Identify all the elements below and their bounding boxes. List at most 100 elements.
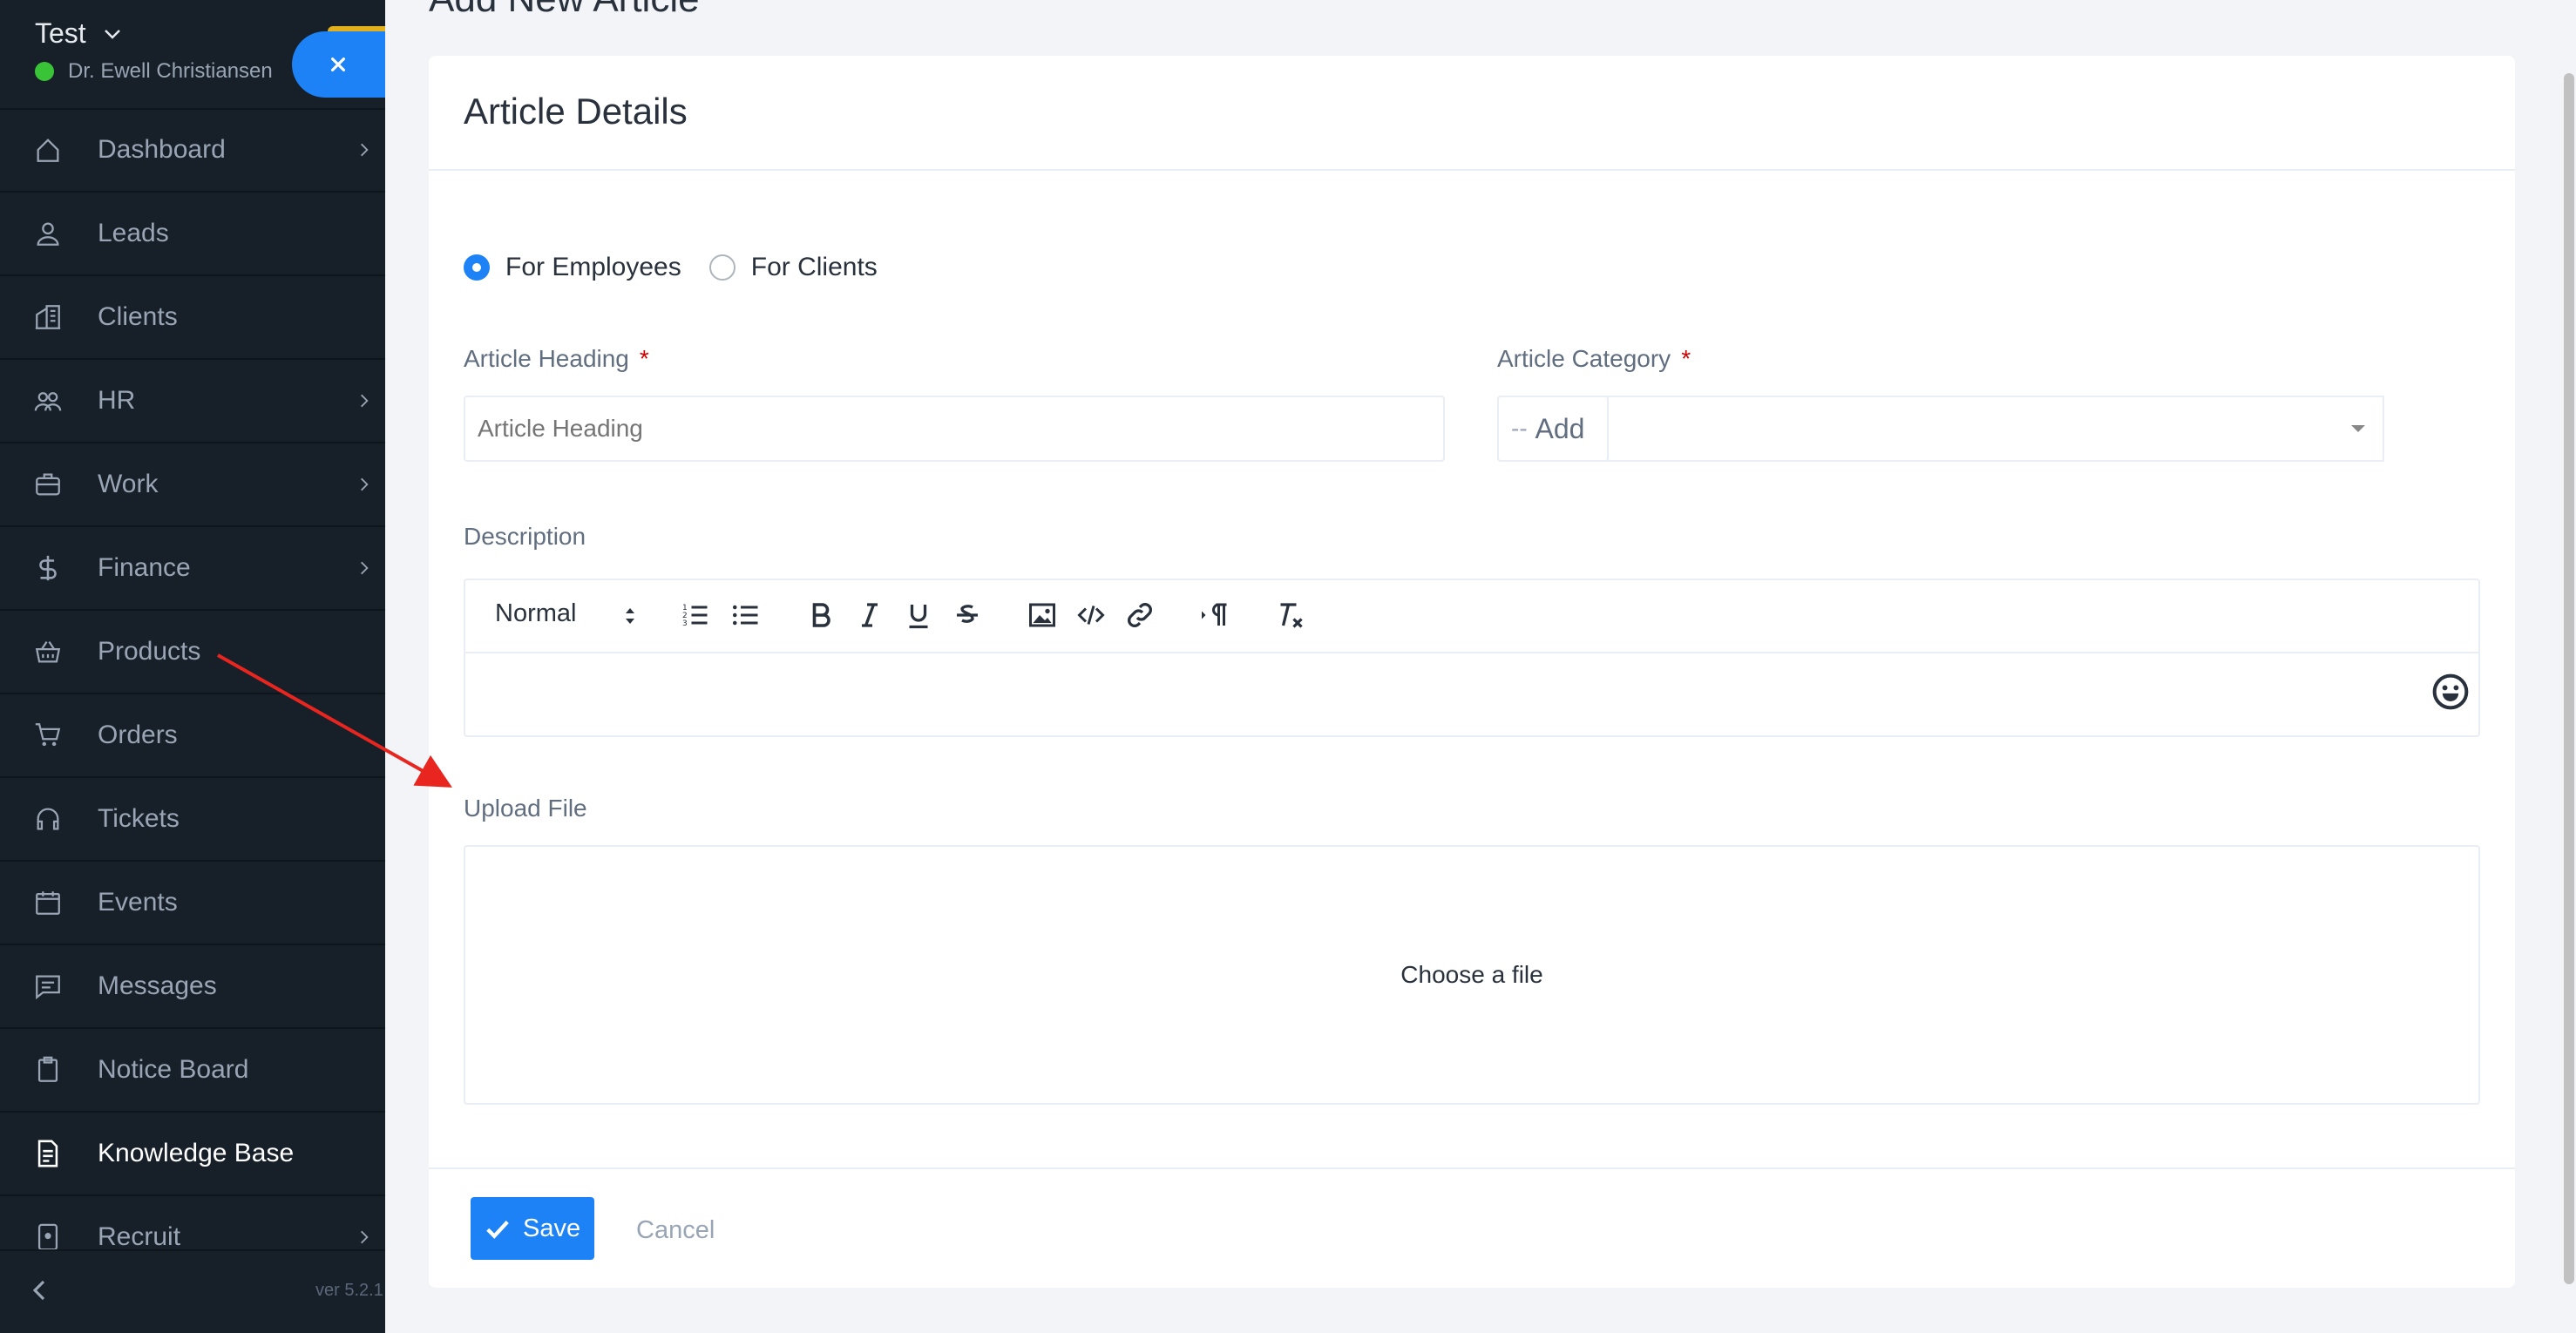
sidebar-item-events[interactable]: Events	[0, 862, 385, 945]
company-switcher[interactable]: Test	[35, 17, 123, 50]
article-heading-label-text: Article Heading	[464, 345, 629, 372]
people-icon	[33, 386, 63, 416]
article-category-label-text: Article Category	[1497, 345, 1671, 372]
message-icon	[33, 971, 63, 1001]
sidebar-item-label: Messages	[98, 971, 217, 1000]
radio-for-clients[interactable]	[708, 254, 736, 281]
strikethrough-icon[interactable]	[952, 599, 983, 631]
sidebar-item-hr[interactable]: HR	[0, 360, 385, 443]
sidebar: Test Dr. Ewell Christiansen Dashboard Lea…	[0, 0, 385, 1333]
online-status-icon	[35, 62, 54, 81]
sidebar-item-label: Finance	[98, 553, 191, 582]
format-select-value: Normal	[495, 599, 577, 627]
bold-icon[interactable]	[805, 599, 837, 631]
chevron-right-icon	[361, 477, 369, 491]
sidebar-item-leads[interactable]: Leads	[0, 193, 385, 276]
clipboard-icon	[33, 1055, 63, 1085]
upload-file-label: Upload File	[464, 795, 587, 822]
id-badge-icon	[33, 1222, 63, 1252]
dollar-icon	[33, 553, 63, 583]
radio-for-clients-label[interactable]: For Clients	[751, 253, 878, 282]
document-icon	[33, 1139, 63, 1168]
radio-for-employees-label[interactable]: For Employees	[505, 253, 681, 282]
headset-icon	[33, 804, 63, 834]
visibility-radio-group: For Employees For Clients	[464, 253, 905, 282]
required-mark: *	[1681, 345, 1691, 372]
sidebar-footer: ver 5.2.1	[0, 1249, 385, 1333]
bullet-list-icon[interactable]	[730, 599, 762, 631]
sidebar-item-label: Work	[98, 470, 159, 498]
cart-icon	[33, 721, 63, 750]
sidebar-item-orders[interactable]: Orders	[0, 694, 385, 778]
ordered-list-icon[interactable]: 123	[680, 599, 711, 631]
briefcase-icon	[33, 470, 63, 499]
description-editor: Normal 123	[464, 579, 2480, 737]
sidebar-item-label: Leads	[98, 219, 169, 247]
chevron-right-icon	[361, 394, 369, 408]
sidebar-item-label: HR	[98, 386, 136, 415]
close-icon	[330, 57, 346, 72]
underline-icon[interactable]	[903, 599, 934, 631]
sidebar-item-label: Notice Board	[98, 1055, 249, 1084]
card-title: Article Details	[464, 91, 688, 132]
check-icon	[486, 1221, 509, 1239]
required-mark: *	[639, 345, 649, 372]
scrollbar-thumb[interactable]	[2564, 73, 2574, 1284]
sidebar-item-work[interactable]: Work	[0, 443, 385, 527]
basket-icon	[33, 637, 63, 666]
chevron-down-icon	[104, 29, 120, 39]
card-footer: Save Cancel	[429, 1167, 2515, 1289]
file-dropzone[interactable]: Choose a file	[464, 845, 2480, 1105]
sidebar-item-label: Dashboard	[98, 135, 226, 164]
image-icon[interactable]	[1027, 599, 1058, 631]
sidebar-item-label: Events	[98, 888, 178, 917]
building-icon	[33, 302, 63, 332]
caret-down-icon	[2351, 425, 2365, 432]
sidebar-item-label: Tickets	[98, 804, 180, 833]
current-user[interactable]: Dr. Ewell Christiansen	[35, 59, 273, 84]
sidebar-item-finance[interactable]: Finance	[0, 527, 385, 611]
sidebar-item-products[interactable]: Products	[0, 611, 385, 694]
sidebar-item-notice-board[interactable]: Notice Board	[0, 1029, 385, 1113]
add-category-button[interactable]: Add	[1513, 396, 1609, 462]
radio-for-employees[interactable]	[464, 254, 490, 281]
sidebar-item-label: Knowledge Base	[98, 1139, 295, 1167]
code-icon[interactable]	[1075, 599, 1107, 631]
sidebar-item-label: Recruit	[98, 1222, 181, 1251]
sidebar-menu: Dashboard Leads Clients HR Work Finance Produc…	[0, 109, 385, 1280]
home-icon	[33, 135, 63, 165]
calendar-icon	[33, 888, 63, 917]
article-heading-input[interactable]	[464, 396, 1445, 462]
page-title: Add New Article	[429, 0, 700, 21]
sidebar-header: Test Dr. Ewell Christiansen	[0, 0, 385, 110]
company-name: Test	[35, 17, 86, 49]
sidebar-item-tickets[interactable]: Tickets	[0, 778, 385, 862]
updown-icon	[626, 608, 634, 624]
sidebar-item-messages[interactable]: Messages	[0, 945, 385, 1029]
text-direction-icon[interactable]	[1199, 599, 1230, 631]
cancel-link[interactable]: Cancel	[636, 1216, 715, 1245]
article-category-label: Article Category *	[1497, 345, 1691, 373]
svg-text:3: 3	[682, 619, 688, 628]
dropzone-text: Choose a file	[1400, 961, 1543, 988]
editor-toolbar: Normal 123	[465, 580, 2478, 653]
sidebar-item-clients[interactable]: Clients	[0, 276, 385, 360]
sidebar-item-label: Orders	[98, 721, 178, 749]
smiley-icon	[2432, 673, 2469, 710]
clear-formatting-icon[interactable]	[1274, 599, 1305, 631]
article-category-select[interactable]: --	[1497, 396, 2384, 462]
emoji-picker-button[interactable]	[2431, 673, 2470, 711]
save-button[interactable]: Save	[471, 1197, 594, 1260]
user-name: Dr. Ewell Christiansen	[68, 59, 273, 83]
close-sidebar-button[interactable]	[292, 31, 385, 98]
format-select[interactable]: Normal	[495, 599, 634, 628]
link-icon[interactable]	[1124, 599, 1156, 631]
description-label: Description	[464, 523, 586, 550]
collapse-sidebar-icon[interactable]	[26, 1277, 52, 1303]
sidebar-item-knowledge-base[interactable]: Knowledge Base	[0, 1113, 385, 1196]
chevron-right-icon	[361, 143, 369, 157]
article-heading-label: Article Heading *	[464, 345, 649, 373]
sidebar-item-dashboard[interactable]: Dashboard	[0, 109, 385, 193]
italic-icon[interactable]	[854, 599, 885, 631]
chevron-right-icon	[361, 1230, 369, 1244]
